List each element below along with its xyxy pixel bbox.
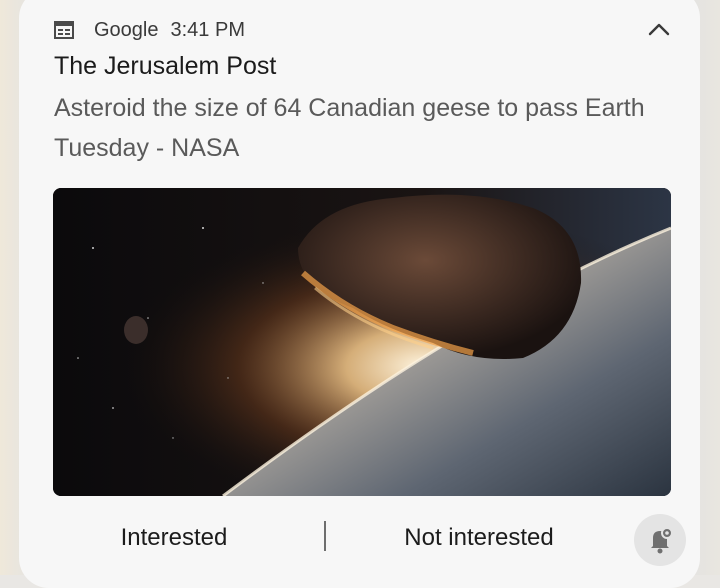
notification-actions: Interested Not interested: [19, 512, 700, 566]
notification-header: Google 3:41 PM: [54, 16, 245, 44]
notification-body: Asteroid the size of 64 Canadian geese t…: [54, 94, 645, 162]
article-image[interactable]: [53, 188, 671, 496]
interested-button[interactable]: Interested: [79, 512, 269, 564]
notification-title: The Jerusalem Post: [54, 52, 277, 80]
action-divider: [324, 521, 326, 551]
not-interested-button[interactable]: Not interested: [374, 512, 584, 564]
notification-time: 3:41 PM: [170, 18, 245, 41]
calendar-icon: [54, 20, 74, 40]
bell-settings-icon: [651, 527, 673, 554]
collapse-button[interactable]: [646, 16, 672, 42]
chevron-up-icon: [648, 23, 670, 36]
notification-settings-button[interactable]: [634, 514, 686, 566]
app-name: Google: [94, 18, 159, 41]
